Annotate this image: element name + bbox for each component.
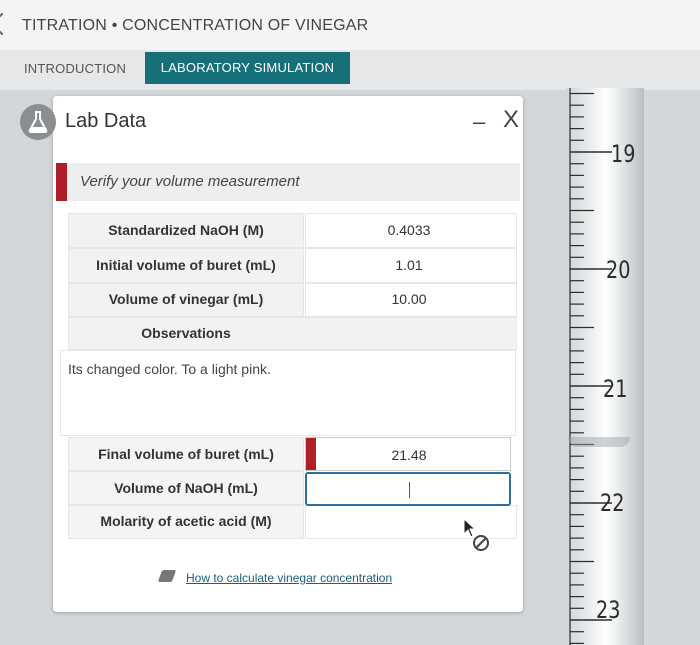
buret-label-19: 19 <box>611 140 636 168</box>
back-icon[interactable] <box>0 12 14 36</box>
top-bar: TITRATION • CONCENTRATION OF VINEGAR <box>0 0 700 51</box>
text-caret <box>409 482 410 498</box>
tab-introduction[interactable]: INTRODUCTION <box>24 61 126 76</box>
alert-flag <box>56 163 67 201</box>
buret-scale <box>569 88 612 645</box>
buret[interactable] <box>566 88 644 645</box>
flask-icon <box>28 111 48 133</box>
naoh-volume-input[interactable] <box>305 472 511 506</box>
buret-label-21: 21 <box>603 375 628 403</box>
molarity-label: Molarity of acetic acid (M) <box>100 513 272 529</box>
row-value: 0.4033 <box>387 222 431 238</box>
final-volume-label: Final volume of buret (mL) <box>98 446 274 462</box>
app-title: TITRATION • CONCENTRATION OF VINEGAR <box>22 17 369 34</box>
panel-title: Lab Data <box>65 110 147 132</box>
close-icon[interactable]: X <box>503 106 519 134</box>
buret-label-22: 22 <box>600 489 625 517</box>
minimize-icon[interactable]: – <box>473 109 485 135</box>
row-label: Volume of vinegar (mL) <box>108 291 264 307</box>
not-allowed-cursor-icon <box>463 518 489 551</box>
row-label: Initial volume of buret (mL) <box>96 257 276 273</box>
observations-text: Its changed color. To a light pink. <box>68 361 271 377</box>
tab-bar: INTRODUCTION LABORATORY SIMULATION <box>0 50 700 90</box>
observations-header: Observations <box>141 325 231 341</box>
tab-laboratory-simulation[interactable]: LABORATORY SIMULATION <box>145 52 350 84</box>
lab-badge <box>20 104 56 140</box>
buret-meniscus <box>568 437 630 447</box>
buret-label-23: 23 <box>596 596 621 624</box>
verify-message: Verify your volume measurement <box>80 173 300 190</box>
row-value: 1.01 <box>395 257 423 273</box>
help-link[interactable]: How to calculate vinegar concentration <box>186 571 392 585</box>
naoh-volume-label: Volume of NaOH (mL) <box>114 480 258 496</box>
final-volume-value: 21.48 <box>391 447 427 463</box>
row-label: Standardized NaOH (M) <box>108 222 264 238</box>
buret-label-20: 20 <box>606 256 631 284</box>
row-value: 10.00 <box>391 291 427 307</box>
verify-banner: Verify your volume measurement <box>56 163 520 201</box>
